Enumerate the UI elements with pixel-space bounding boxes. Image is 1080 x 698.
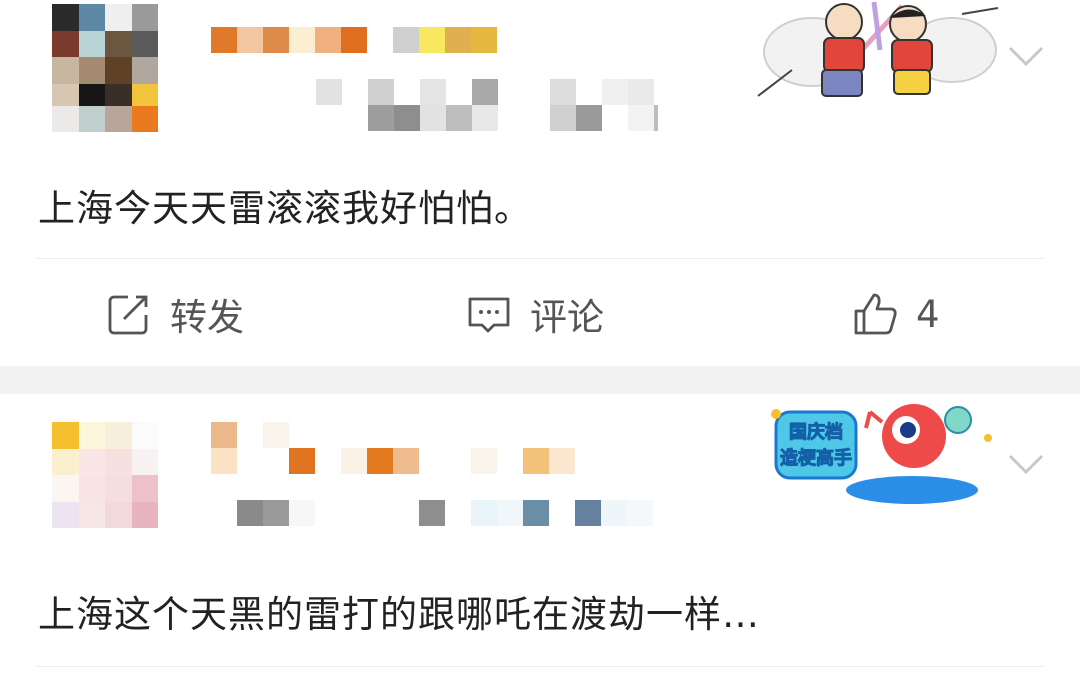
post-separator [0, 366, 1080, 394]
comment-label: 评论 [530, 296, 604, 339]
repost-icon [106, 291, 152, 337]
chevron-down-icon[interactable] [1006, 444, 1046, 484]
avatar[interactable] [52, 422, 158, 528]
chevron-down-icon[interactable] [1006, 36, 1046, 76]
divider [36, 666, 1044, 667]
cartoon-fight-sticker-icon [752, 0, 1002, 104]
like-count: 4 [916, 292, 940, 336]
divider [36, 258, 1044, 259]
avatar-edge [52, 106, 158, 132]
username[interactable] [211, 27, 497, 53]
national-day-badge-icon: 国庆档 造梗高手 [762, 398, 1000, 508]
repost-label: 转发 [170, 296, 244, 339]
post-text: 上海这个天黑的雷打的跟哪吒在渡劫一样… [38, 593, 760, 636]
like-button[interactable]: 4 [852, 286, 940, 342]
repost-button[interactable]: 转发 [106, 286, 244, 342]
comment-button[interactable]: 评论 [466, 286, 604, 342]
post-meta [316, 79, 654, 105]
avatar[interactable] [52, 4, 158, 110]
username-continued[interactable] [211, 448, 575, 474]
thumbs-up-icon [852, 291, 898, 337]
username[interactable] [211, 422, 367, 448]
badge-text-line2: 造梗高手 [780, 447, 852, 469]
post-meta-source [316, 105, 658, 131]
post-card: 上海今天天雷滚滚我好怕怕。 转发 评论 4 [0, 0, 1080, 366]
comment-icon [466, 291, 512, 337]
post-text: 上海今天天雷滚滚我好怕怕。 [38, 187, 532, 230]
badge-text-line1: 国庆档 [789, 421, 843, 443]
post-meta [237, 500, 653, 526]
